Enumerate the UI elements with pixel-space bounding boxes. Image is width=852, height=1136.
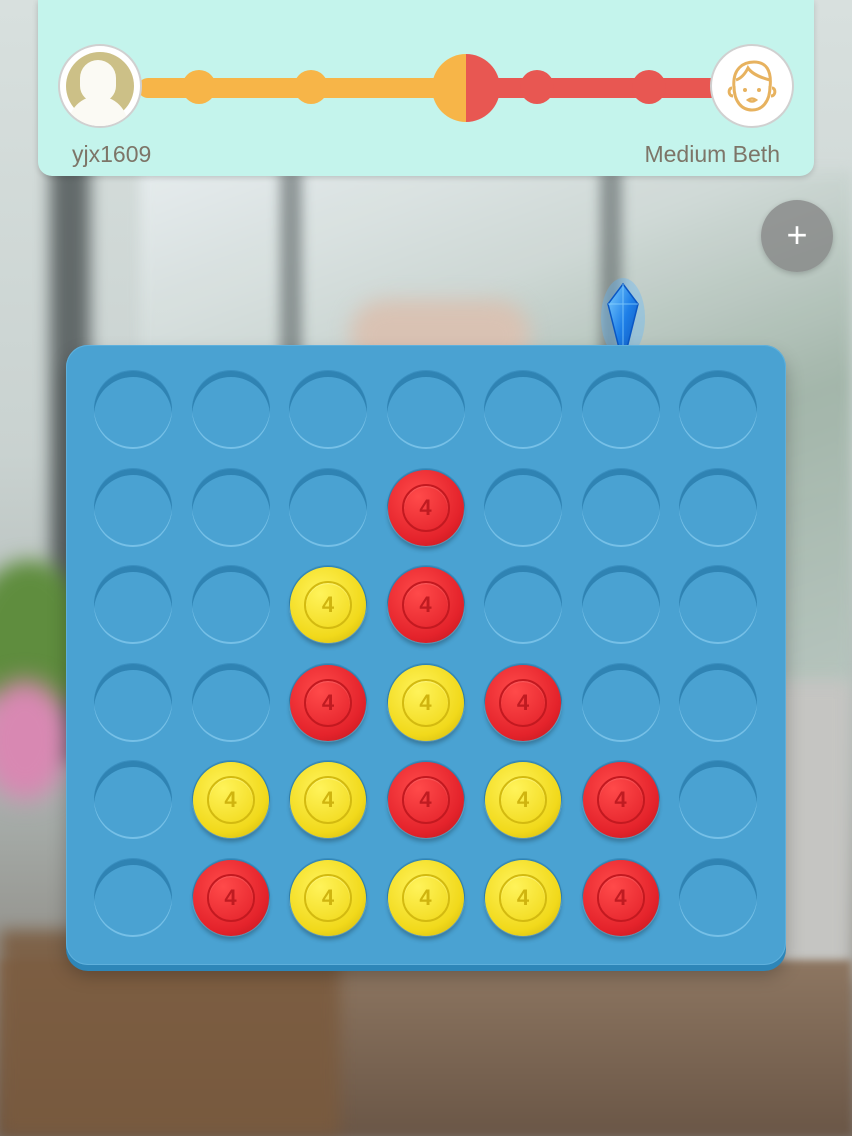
disc-emblem: 4 bbox=[321, 689, 335, 715]
left-player-name: yjx1609 bbox=[72, 141, 152, 167]
board-slot[interactable] bbox=[679, 468, 757, 547]
board-slot[interactable] bbox=[679, 858, 757, 937]
disc-emblem: 4 bbox=[419, 884, 432, 910]
board-slot[interactable] bbox=[484, 468, 562, 547]
disc-emblem: 4 bbox=[614, 787, 627, 812]
yellow-disc: 4 bbox=[387, 664, 464, 741]
default-user-avatar-icon[interactable] bbox=[58, 44, 142, 128]
disc-emblem: 4 bbox=[516, 787, 530, 812]
red-disc: 4 bbox=[387, 567, 464, 643]
disc-emblem: 4 bbox=[224, 884, 237, 910]
board-slot[interactable] bbox=[94, 761, 172, 839]
progress-dot bbox=[294, 70, 328, 104]
red-disc: 4 bbox=[387, 469, 464, 546]
board-slot[interactable] bbox=[289, 371, 367, 449]
board-slot[interactable] bbox=[679, 663, 757, 742]
board-slot[interactable] bbox=[191, 663, 270, 742]
yellow-disc: 4 bbox=[485, 762, 561, 838]
progress-center-marker bbox=[432, 54, 500, 122]
disc-emblem: 4 bbox=[224, 787, 237, 812]
board-slot[interactable] bbox=[94, 468, 172, 547]
board-slot[interactable] bbox=[386, 371, 465, 449]
board-slot[interactable] bbox=[679, 761, 757, 839]
game-board[interactable]: 4 4 4 4 4 4 4 4 4 4 4 4 4 4 4 4 bbox=[66, 345, 786, 965]
disc-emblem: 4 bbox=[321, 884, 335, 910]
progress-dot bbox=[632, 70, 666, 104]
board-slot[interactable] bbox=[581, 468, 660, 547]
plus-button[interactable]: + bbox=[761, 200, 833, 272]
disc-emblem: 4 bbox=[419, 787, 432, 812]
plus-icon: + bbox=[786, 214, 808, 255]
score-progress-panel: yjx1609 Medium Beth bbox=[38, 0, 814, 176]
board-slot[interactable] bbox=[289, 468, 367, 547]
red-disc: 4 bbox=[582, 859, 659, 936]
board-slot[interactable] bbox=[484, 371, 562, 449]
board-slot[interactable] bbox=[94, 371, 172, 449]
yellow-disc: 4 bbox=[387, 859, 464, 936]
board-slot[interactable] bbox=[581, 663, 660, 742]
board-slot[interactable] bbox=[679, 371, 757, 449]
red-disc: 4 bbox=[290, 664, 366, 741]
yellow-disc: 4 bbox=[290, 567, 366, 643]
disc-emblem: 4 bbox=[419, 494, 432, 520]
board-slot[interactable] bbox=[484, 566, 562, 644]
progress-dot bbox=[520, 70, 554, 104]
board-slot[interactable] bbox=[191, 371, 270, 449]
red-disc: 4 bbox=[582, 762, 659, 838]
board-slot[interactable] bbox=[581, 566, 660, 644]
yellow-disc: 4 bbox=[192, 762, 269, 838]
disc-emblem: 4 bbox=[614, 884, 627, 910]
progress-dot bbox=[182, 70, 216, 104]
disc-emblem: 4 bbox=[516, 689, 530, 715]
board-slot[interactable] bbox=[581, 371, 660, 449]
yellow-disc: 4 bbox=[290, 859, 366, 936]
disc-emblem: 4 bbox=[419, 689, 432, 715]
disc-emblem: 4 bbox=[321, 787, 335, 812]
right-player-name: Medium Beth bbox=[644, 141, 780, 167]
board-slot[interactable] bbox=[94, 663, 172, 742]
disc-emblem: 4 bbox=[321, 592, 335, 617]
child-face-avatar-icon[interactable] bbox=[710, 44, 794, 128]
board-slot[interactable] bbox=[191, 566, 270, 644]
yellow-disc: 4 bbox=[485, 859, 561, 936]
disc-emblem: 4 bbox=[516, 884, 530, 910]
board-slot[interactable] bbox=[679, 566, 757, 644]
yellow-disc: 4 bbox=[290, 762, 366, 838]
disc-emblem: 4 bbox=[419, 592, 432, 617]
board-slot[interactable] bbox=[191, 468, 270, 547]
red-disc: 4 bbox=[192, 859, 269, 936]
board-slot[interactable] bbox=[94, 566, 172, 644]
board-slot[interactable] bbox=[94, 858, 172, 937]
red-disc: 4 bbox=[485, 664, 561, 741]
red-disc: 4 bbox=[387, 762, 464, 838]
